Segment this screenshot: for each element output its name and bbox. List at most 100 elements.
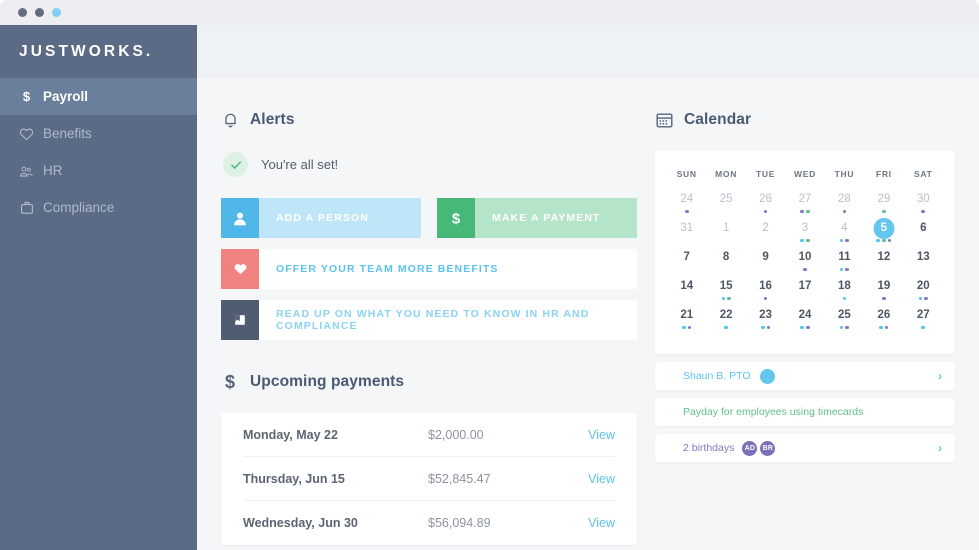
window-controls [18, 8, 61, 17]
calendar-day-number: 25 [838, 309, 851, 321]
calendar-dot-purple [687, 325, 692, 330]
read-up-hr-compliance-label: READ UP ON WHAT YOU NEED TO KNOW IN HR A… [259, 300, 637, 340]
calendar-day-19[interactable]: 19 [864, 279, 903, 308]
view-link[interactable]: View [563, 516, 615, 530]
offer-benefits-button[interactable]: OFFER YOUR TEAM MORE BENEFITS [221, 249, 637, 289]
calendar-day-11[interactable]: 11 [825, 250, 864, 279]
view-link[interactable]: View [563, 472, 615, 486]
sidebar-item-compliance[interactable]: Compliance [0, 189, 197, 226]
calendar-day-22[interactable]: 22 [706, 308, 745, 337]
calendar-day-16[interactable]: 16 [746, 279, 785, 308]
calendar-event-payday[interactable]: Payday for employees using timecards [655, 398, 955, 426]
calendar-day-31[interactable]: 31 [667, 221, 706, 250]
calendar-event-birthdays[interactable]: 2 birthdays AD BR › [655, 434, 955, 462]
calendar-header: Calendar [655, 105, 955, 135]
calendar-day-number: 7 [683, 251, 690, 263]
people-icon [19, 163, 34, 178]
avatar: BR [760, 440, 776, 456]
calendar-icon [655, 111, 673, 129]
calendar-dow-thu: THU [834, 169, 855, 179]
table-row[interactable]: Monday, May 22 $2,000.00 View [243, 413, 615, 457]
read-up-hr-compliance-button[interactable]: READ UP ON WHAT YOU NEED TO KNOW IN HR A… [221, 300, 637, 340]
event-label: Shaun B. PTO [683, 370, 751, 382]
calendar-day-25[interactable]: 25 [825, 308, 864, 337]
calendar-day-7[interactable]: 7 [667, 250, 706, 279]
calendar-day-dots [684, 209, 689, 214]
table-row[interactable]: Thursday, Jun 15 $52,845.47 View [243, 457, 615, 501]
window-maximize-dot[interactable] [52, 8, 61, 17]
window-titlebar [0, 0, 979, 25]
calendar-day-26[interactable]: 26 [864, 308, 903, 337]
calendar-day-number: 4 [841, 222, 848, 234]
calendar-day-14[interactable]: 14 [667, 279, 706, 308]
calendar-dot-cyan [839, 267, 844, 272]
app-window: JUSTWORKS. $ Payroll Benefits HR Complia… [0, 0, 979, 550]
sidebar-item-payroll[interactable]: $ Payroll [0, 78, 197, 115]
payments-title: Upcoming payments [250, 373, 405, 390]
calendar-day-18[interactable]: 18 [825, 279, 864, 308]
calendar-day-dots [882, 209, 886, 214]
calendar-dot-cyan [682, 325, 686, 330]
calendar-day-17[interactable]: 17 [785, 279, 824, 308]
window-minimize-dot[interactable] [35, 8, 44, 17]
calendar-day-5[interactable]: 5 [864, 218, 903, 250]
calendar-day-28[interactable]: 28 [825, 192, 864, 221]
calendar-day-1[interactable]: 1 [706, 221, 745, 250]
calendar-day-3[interactable]: 3 [785, 221, 824, 250]
calendar-day-dots [842, 209, 847, 214]
alerts-header: Alerts [221, 105, 637, 135]
window-close-dot[interactable] [18, 8, 27, 17]
calendar-day-12[interactable]: 12 [864, 250, 903, 279]
calendar-day-dots [763, 296, 768, 301]
calendar-day-number: 11 [838, 251, 851, 263]
calendar-day-13[interactable]: 13 [904, 250, 943, 279]
sidebar-item-benefits[interactable]: Benefits [0, 115, 197, 152]
calendar-day-2[interactable]: 2 [746, 221, 785, 250]
calendar-day-30[interactable]: 30 [904, 192, 943, 221]
payment-amount: $52,845.47 [428, 471, 491, 486]
brand-logo[interactable]: JUSTWORKS. [0, 25, 197, 78]
svg-text:$: $ [452, 210, 461, 226]
calendar-day-number: 29 [877, 193, 891, 205]
calendar-day-29[interactable]: 29 [864, 192, 903, 221]
calendar-day-20[interactable]: 20 [904, 279, 943, 308]
add-a-person-button[interactable]: ADD A PERSON [221, 198, 421, 238]
left-column: Alerts You're all set! ADD A PERSON $ MA… [221, 78, 637, 550]
calendar-day-10[interactable]: 10 [785, 250, 824, 279]
calendar-grid: SUN MON TUE WED THU FRI SAT 24 25 26 27 28 29 30 31 1 2 3… [667, 169, 943, 337]
calendar-day-number: 26 [877, 309, 891, 321]
calendar-day-number: 3 [801, 222, 809, 234]
calendar-day-number: 8 [722, 251, 730, 263]
calendar-day-23[interactable]: 23 [746, 308, 785, 337]
view-link[interactable]: View [563, 428, 615, 442]
make-a-payment-button[interactable]: $ MAKE A PAYMENT [437, 198, 637, 238]
calendar-day-number: 23 [759, 309, 772, 321]
calendar-day-24[interactable]: 24 [785, 308, 824, 337]
calendar-day-6[interactable]: 6 [904, 221, 943, 250]
chevron-right-icon[interactable]: › [938, 442, 942, 454]
calendar-dot-cyan [721, 296, 726, 301]
calendar-day-8[interactable]: 8 [706, 250, 745, 279]
calendar-dot-cyan [921, 325, 926, 330]
calendar-day-15[interactable]: 15 [706, 279, 745, 308]
calendar-day-21[interactable]: 21 [667, 308, 706, 337]
svg-text:$: $ [23, 89, 31, 104]
calendar-dot-green [805, 238, 810, 243]
calendar-dot-cyan [839, 325, 844, 330]
payments-header: $ Upcoming payments [221, 367, 637, 397]
calendar-event-pto[interactable]: Shaun B. PTO › [655, 362, 955, 390]
offer-benefits-label: OFFER YOUR TEAM MORE BENEFITS [259, 249, 637, 289]
check-circle-icon [223, 152, 248, 177]
chevron-right-icon[interactable]: › [938, 370, 942, 382]
calendar-day-27[interactable]: 27 [785, 192, 824, 221]
calendar-day-24[interactable]: 24 [667, 192, 706, 221]
calendar-day-26[interactable]: 26 [746, 192, 785, 221]
calendar-dot-cyan [876, 238, 881, 243]
calendar-day-27[interactable]: 27 [904, 308, 943, 337]
calendar-day-number: 18 [838, 280, 851, 292]
sidebar-item-hr[interactable]: HR [0, 152, 197, 189]
calendar-day-9[interactable]: 9 [746, 250, 785, 279]
calendar-day-4[interactable]: 4 [825, 221, 864, 250]
calendar-day-25[interactable]: 25 [706, 192, 745, 221]
table-row[interactable]: Wednesday, Jun 30 $56,094.89 View [243, 501, 615, 545]
